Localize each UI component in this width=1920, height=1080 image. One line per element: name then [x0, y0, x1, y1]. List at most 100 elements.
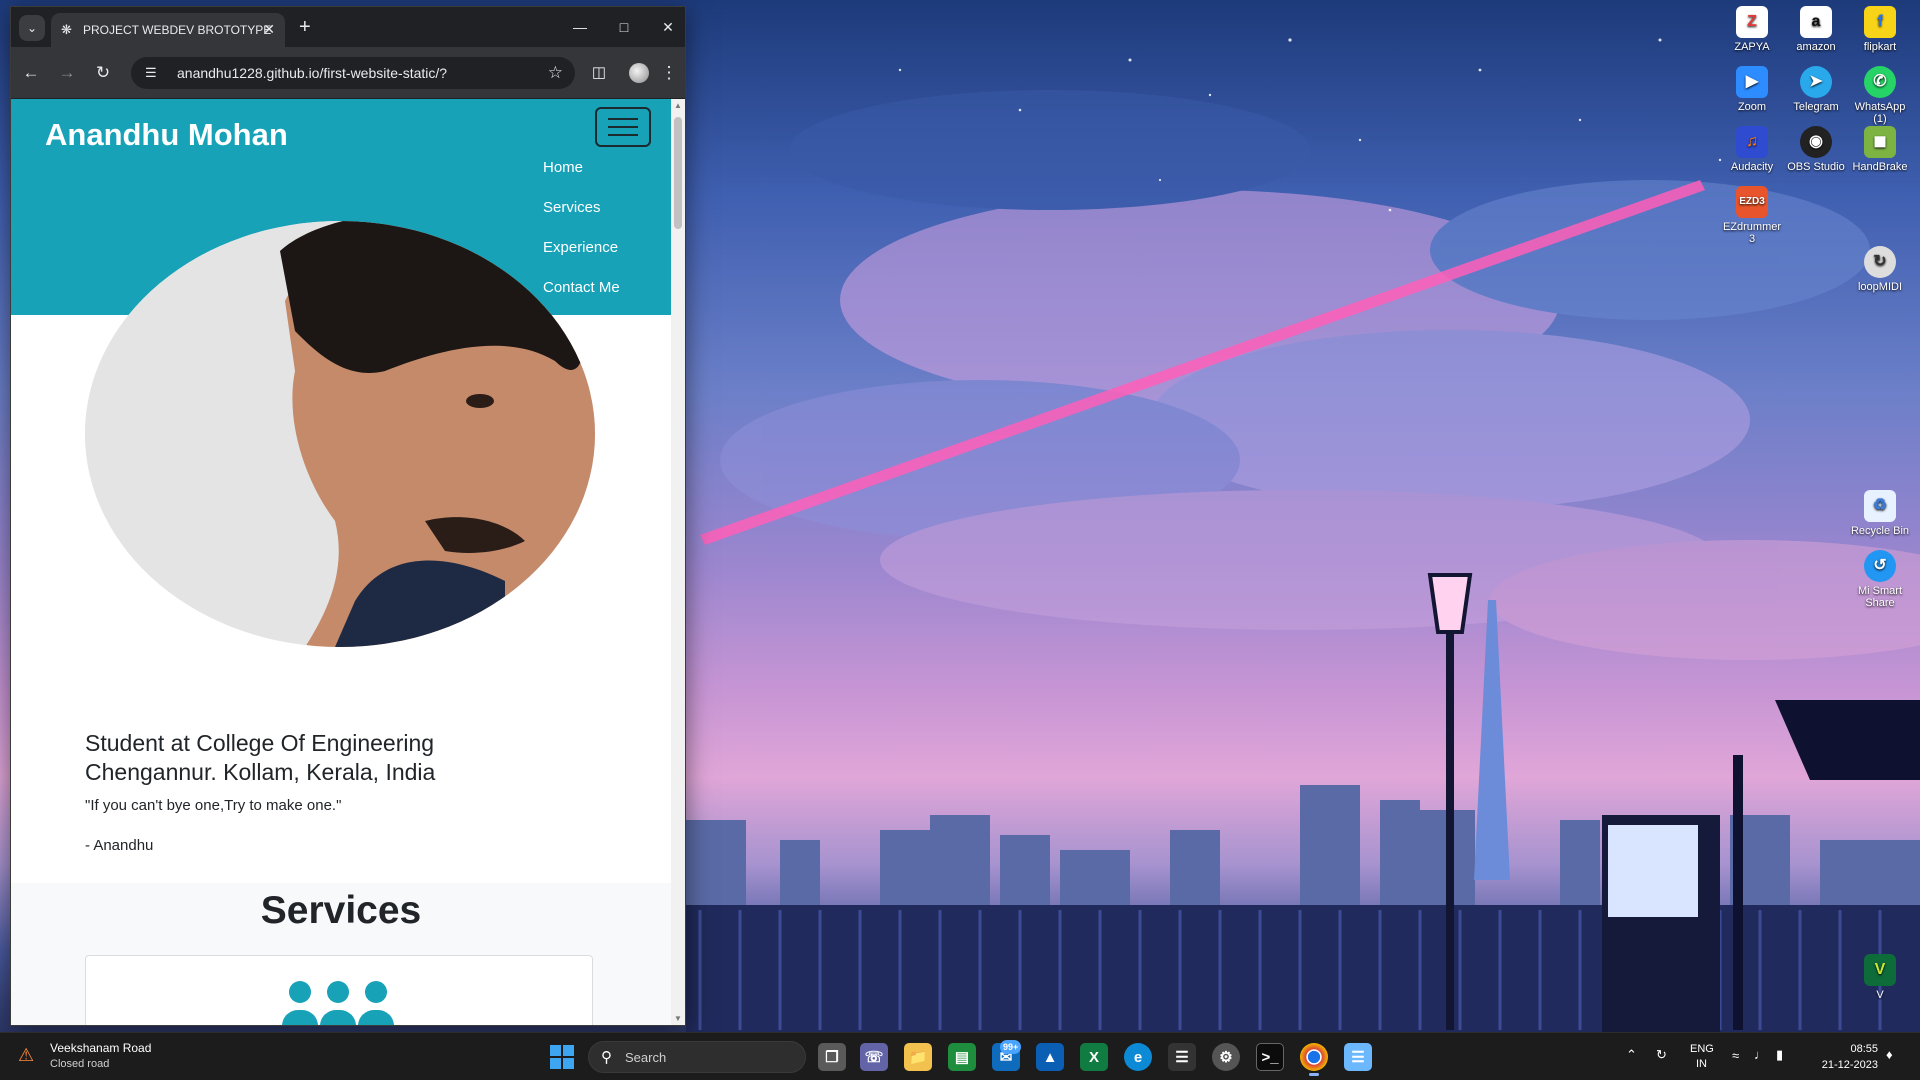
service-card: [85, 955, 593, 1025]
nav-link-experience[interactable]: Experience: [543, 239, 618, 256]
back-button[interactable]: ←: [19, 61, 43, 85]
tab-search-button[interactable]: ⌄: [19, 15, 45, 41]
taskbar: ⚠ Veekshanam Road Closed road ⚲ Search ❐…: [0, 1032, 1920, 1080]
whatsapp-icon: ✆: [1864, 66, 1896, 98]
zapya-icon: Z: [1736, 6, 1768, 38]
sheets-icon[interactable]: ▤: [948, 1043, 976, 1071]
reload-button[interactable]: ↻: [91, 61, 115, 85]
windows-logo-pane: [563, 1058, 574, 1069]
browser-tab[interactable]: ❋ PROJECT WEBDEV BROTOTYPE ✕: [51, 13, 285, 47]
obs-icon: ◉: [1800, 126, 1832, 158]
desktop-icon-amazon[interactable]: a amazon: [1784, 6, 1848, 53]
road-closed-icon: ⚠: [18, 1045, 35, 1065]
wallpaper-clouds: [720, 90, 1920, 660]
desktop-icon-telegram[interactable]: ➤ Telegram: [1784, 66, 1848, 113]
excel-icon[interactable]: X: [1080, 1043, 1108, 1071]
search-icon: ⚲: [601, 1049, 612, 1066]
chevron-down-icon: ⌄: [26, 21, 38, 35]
weather-subtitle: Closed road: [50, 1058, 110, 1070]
desktop-icon-zapya[interactable]: Z ZAPYA: [1720, 6, 1784, 53]
language-indicator[interactable]: ENG: [1690, 1043, 1714, 1055]
site-brand[interactable]: Anandhu Mohan: [45, 117, 288, 153]
site-info-icon[interactable]: ☰: [145, 65, 157, 81]
desktop-icon-ezdrummer[interactable]: EZD3 EZdrummer 3: [1720, 186, 1784, 245]
region-indicator[interactable]: IN: [1696, 1058, 1707, 1070]
teams-chat-icon[interactable]: ☏: [860, 1043, 888, 1071]
nav-link-contact[interactable]: Contact Me: [543, 279, 620, 296]
show-hidden-icons-chevron[interactable]: ⌃: [1626, 1047, 1637, 1063]
clock-time[interactable]: 08:55: [1848, 1043, 1878, 1055]
profile-avatar[interactable]: [629, 63, 649, 83]
desktop-icon-zoom[interactable]: ▶ Zoom: [1720, 66, 1784, 113]
close-tab-icon[interactable]: ✕: [263, 21, 275, 38]
task-view-icon[interactable]: ❐: [818, 1043, 846, 1071]
nav-link-services[interactable]: Services: [543, 199, 601, 216]
windows-logo-pane: [563, 1045, 574, 1056]
tab-title: PROJECT WEBDEV BROTOTYPE: [83, 23, 272, 37]
zoom-icon: ▶: [1736, 66, 1768, 98]
desktop-icon-whatsapp[interactable]: ✆ WhatsApp (1): [1848, 66, 1912, 125]
profile-photo: [85, 221, 595, 647]
desktop-icon-audacity[interactable]: ♫ Audacity: [1720, 126, 1784, 173]
maximize-button[interactable]: □: [609, 15, 639, 39]
windows-logo-pane: [550, 1058, 561, 1069]
audacity-icon: ♫: [1736, 126, 1768, 158]
file-explorer-icon[interactable]: 📁: [904, 1043, 932, 1071]
people-group-icon: [282, 981, 394, 1025]
wifi-icon[interactable]: ≈: [1732, 1048, 1739, 1063]
scroll-down-arrow[interactable]: ▼: [673, 1014, 683, 1023]
recycle-bin-icon: ♻: [1864, 490, 1896, 522]
notepad-icon[interactable]: ☰: [1344, 1043, 1372, 1071]
page-scrollbar[interactable]: ▲ ▼: [671, 99, 685, 1025]
notification-bell-icon[interactable]: ♦: [1886, 1047, 1893, 1062]
store-icon[interactable]: ▲: [1036, 1043, 1064, 1071]
settings-app-icon[interactable]: ⚙: [1212, 1043, 1240, 1071]
nav-link-home[interactable]: Home: [543, 159, 583, 176]
tab-strip: ⌄ ❋ PROJECT WEBDEV BROTOTYPE ✕ + — □ ✕: [11, 7, 685, 47]
battery-icon[interactable]: ▮: [1776, 1047, 1783, 1063]
ezdrummer-icon: EZD3: [1736, 186, 1768, 218]
about-heading: Student at College Of Engineering Chenga…: [85, 730, 436, 785]
close-window-button[interactable]: ✕: [653, 15, 683, 39]
handbrake-icon: ◼: [1864, 126, 1896, 158]
wallpaper-lamp: [1427, 573, 1473, 634]
barcode-app-icon[interactable]: ☰: [1168, 1043, 1196, 1071]
navbar-toggler-button[interactable]: [595, 107, 651, 147]
windows-logo-pane: [550, 1045, 561, 1056]
hamburger-line: [608, 126, 638, 128]
loopmidi-icon: ↻: [1864, 246, 1896, 278]
sync-status-icon[interactable]: ↻: [1656, 1047, 1667, 1063]
volume-icon[interactable]: ♩: [1754, 1047, 1767, 1062]
taskbar-search[interactable]: ⚲ Search: [588, 1041, 806, 1073]
wallpaper-lamp-post: [1446, 620, 1454, 1030]
bookmark-star-icon[interactable]: ☆: [548, 63, 563, 83]
desktop-icon-loopmidi[interactable]: ↻ loopMIDI: [1848, 246, 1912, 293]
start-button[interactable]: [550, 1045, 574, 1069]
terminal-icon[interactable]: >_: [1256, 1043, 1284, 1071]
chrome-icon[interactable]: [1300, 1043, 1328, 1076]
search-label: Search: [625, 1050, 667, 1065]
scroll-thumb[interactable]: [674, 117, 682, 229]
new-tab-button[interactable]: +: [299, 15, 311, 39]
favicon-icon: ❋: [61, 22, 72, 37]
forward-button[interactable]: →: [55, 61, 79, 85]
address-bar[interactable]: ☰ anandhu1228.github.io/first-website-st…: [131, 57, 575, 89]
scroll-up-arrow[interactable]: ▲: [673, 101, 683, 110]
mi-share-icon: ↺: [1864, 550, 1896, 582]
side-panel-icon[interactable]: ◫: [587, 61, 611, 85]
menu-kebab-icon[interactable]: ⋮: [657, 61, 681, 85]
minimize-button[interactable]: —: [565, 15, 595, 39]
browser-toolbar: ← → ↻ ☰ anandhu1228.github.io/first-webs…: [11, 47, 685, 99]
url-text[interactable]: anandhu1228.github.io/first-website-stat…: [177, 65, 447, 81]
clock-date[interactable]: 21-12-2023: [1812, 1059, 1878, 1071]
desktop-icon-flipkart[interactable]: f flipkart: [1848, 6, 1912, 53]
mail-badge: 99+: [1000, 1040, 1022, 1054]
desktop-icon-obs[interactable]: ◉ OBS Studio: [1784, 126, 1848, 173]
desktop-icon-recycle-bin[interactable]: ♻ Recycle Bin: [1848, 490, 1912, 537]
quote-signature: - Anandhu: [85, 837, 154, 854]
desktop-icon-mi-smart-share[interactable]: ↺ Mi Smart Share: [1848, 550, 1912, 609]
edge-icon[interactable]: e: [1124, 1043, 1152, 1071]
desktop-icon-v[interactable]: V V: [1848, 954, 1912, 1001]
browser-window: ⌄ ❋ PROJECT WEBDEV BROTOTYPE ✕ + — □ ✕ ←…: [10, 6, 686, 1026]
desktop-icon-handbrake[interactable]: ◼ HandBrake: [1848, 126, 1912, 173]
